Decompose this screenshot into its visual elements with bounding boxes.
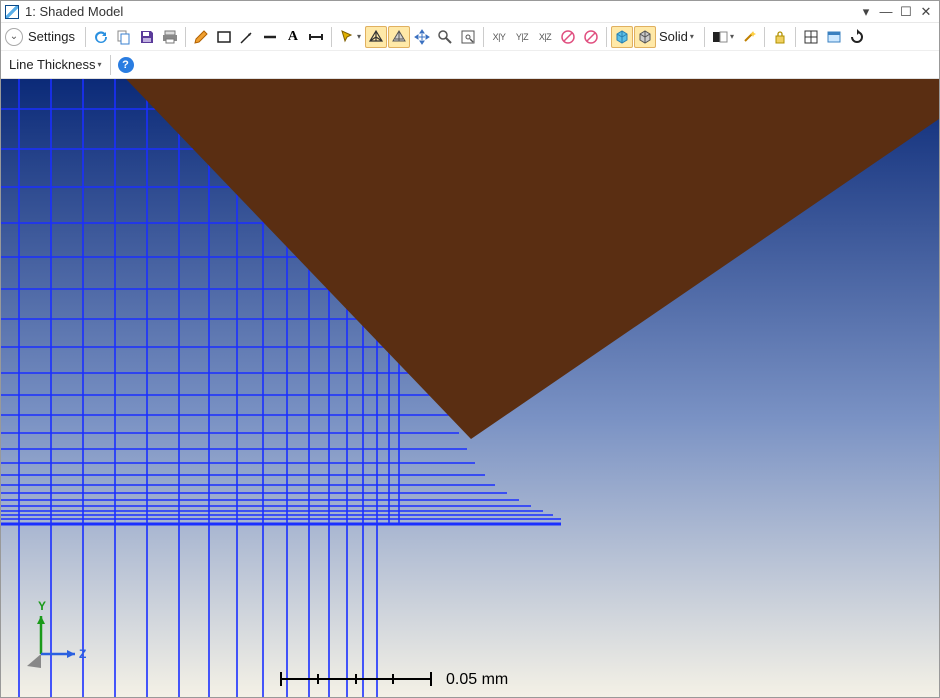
arrow-icon — [239, 29, 255, 45]
chevron-down-icon: ▾ — [690, 32, 694, 41]
print-button[interactable] — [159, 26, 181, 48]
zoom-fit-icon — [460, 29, 476, 45]
triad-z-label: Z — [79, 647, 86, 661]
prohibit-1-button[interactable] — [557, 26, 579, 48]
move-icon — [414, 29, 430, 45]
save-button[interactable] — [136, 26, 158, 48]
maximize-button[interactable]: ☐ — [897, 3, 915, 21]
wand-icon — [741, 29, 757, 45]
magic-wand-button[interactable] — [738, 26, 760, 48]
xy-plane-button[interactable]: X|Y — [488, 26, 510, 48]
separator — [795, 27, 796, 47]
yz-icon: Y|Z — [516, 32, 528, 42]
pencil-icon — [193, 29, 209, 45]
help-icon: ? — [118, 57, 134, 73]
prohibit-2-button[interactable] — [580, 26, 602, 48]
app-icon — [5, 5, 19, 19]
move-button[interactable] — [411, 26, 433, 48]
shaded-mesh-button[interactable] — [388, 26, 410, 48]
help-button[interactable]: ? — [115, 54, 137, 76]
window-icon — [826, 29, 842, 45]
line-button[interactable] — [259, 26, 281, 48]
minimize-button[interactable]: — — [877, 3, 895, 21]
letter-a-icon: A — [288, 29, 298, 45]
no-symbol-icon — [583, 29, 599, 45]
xy-icon: X|Y — [493, 32, 506, 42]
line-thickness-dropdown[interactable]: Line Thickness ▾ — [5, 57, 106, 72]
triad-y-label: Y — [38, 599, 46, 613]
no-symbol-icon — [560, 29, 576, 45]
color-swatch-icon — [712, 29, 728, 45]
chevron-down-icon: ▾ — [97, 60, 101, 69]
scalebar-label: 0.05 mm — [446, 671, 508, 688]
yz-plane-button[interactable]: Y|Z — [511, 26, 533, 48]
expand-toolbar-button[interactable]: ⌄ — [5, 28, 23, 46]
cube-wire-button[interactable] — [634, 26, 656, 48]
mesh-tetra-icon — [368, 29, 384, 45]
rotate-button[interactable] — [846, 26, 868, 48]
window-title: 1: Shaded Model — [25, 4, 855, 19]
color-button[interactable]: ▾ — [709, 26, 737, 48]
lock-icon — [772, 29, 788, 45]
rectangle-button[interactable] — [213, 26, 235, 48]
separator — [606, 27, 607, 47]
print-icon — [162, 29, 178, 45]
separator — [85, 27, 86, 47]
chevron-down-icon: ▾ — [357, 32, 361, 41]
toolbar-row-2: Line Thickness ▾ ? — [1, 51, 939, 79]
cursor-info-button[interactable]: ▾ — [336, 26, 364, 48]
dropdown-arrow-icon[interactable]: ▾ — [857, 3, 875, 21]
separator — [764, 27, 765, 47]
copy-icon — [116, 29, 132, 45]
separator — [185, 27, 186, 47]
line-thickness-label: Line Thickness — [9, 57, 95, 72]
arrow-button[interactable] — [236, 26, 258, 48]
toolbar-row-1: ⌄ Settings A ▾ — [1, 23, 939, 51]
lock-button[interactable] — [769, 26, 791, 48]
chevron-down-icon: ▾ — [730, 32, 734, 41]
text-button[interactable]: A — [282, 26, 304, 48]
grid-small-button[interactable] — [800, 26, 822, 48]
viewport[interactable]: Y Z 0.05 mm — [1, 79, 939, 697]
mesh-view-button[interactable] — [365, 26, 387, 48]
solid-dropdown[interactable]: Solid ▾ — [657, 29, 700, 44]
settings-label[interactable]: Settings — [26, 29, 81, 44]
cube-shaded-icon — [614, 29, 630, 45]
dimension-icon — [308, 29, 324, 45]
save-icon — [139, 29, 155, 45]
separator — [483, 27, 484, 47]
xz-plane-button[interactable]: X|Z — [534, 26, 556, 48]
magnifier-icon — [437, 29, 453, 45]
viewport-canvas: Y Z 0.05 mm — [1, 79, 939, 697]
cursor-icon — [339, 29, 355, 45]
pencil-button[interactable] — [190, 26, 212, 48]
separator — [331, 27, 332, 47]
dimension-button[interactable] — [305, 26, 327, 48]
rotate-icon — [849, 29, 865, 45]
zoom-fit-button[interactable] — [457, 26, 479, 48]
zoom-button[interactable] — [434, 26, 456, 48]
solid-label: Solid — [659, 29, 688, 44]
separator — [704, 27, 705, 47]
cube-shaded-button[interactable] — [611, 26, 633, 48]
titlebar: 1: Shaded Model ▾ — ☐ ✕ — [1, 1, 939, 23]
close-button[interactable]: ✕ — [917, 3, 935, 21]
window-button[interactable] — [823, 26, 845, 48]
copy-button[interactable] — [113, 26, 135, 48]
shaded-mesh-icon — [391, 29, 407, 45]
separator — [110, 55, 111, 75]
line-icon — [262, 29, 278, 45]
cube-wire-icon — [637, 29, 653, 45]
grid-icon — [803, 29, 819, 45]
xz-icon: X|Z — [539, 32, 551, 42]
refresh-icon — [93, 29, 109, 45]
refresh-button[interactable] — [90, 26, 112, 48]
rectangle-icon — [216, 29, 232, 45]
